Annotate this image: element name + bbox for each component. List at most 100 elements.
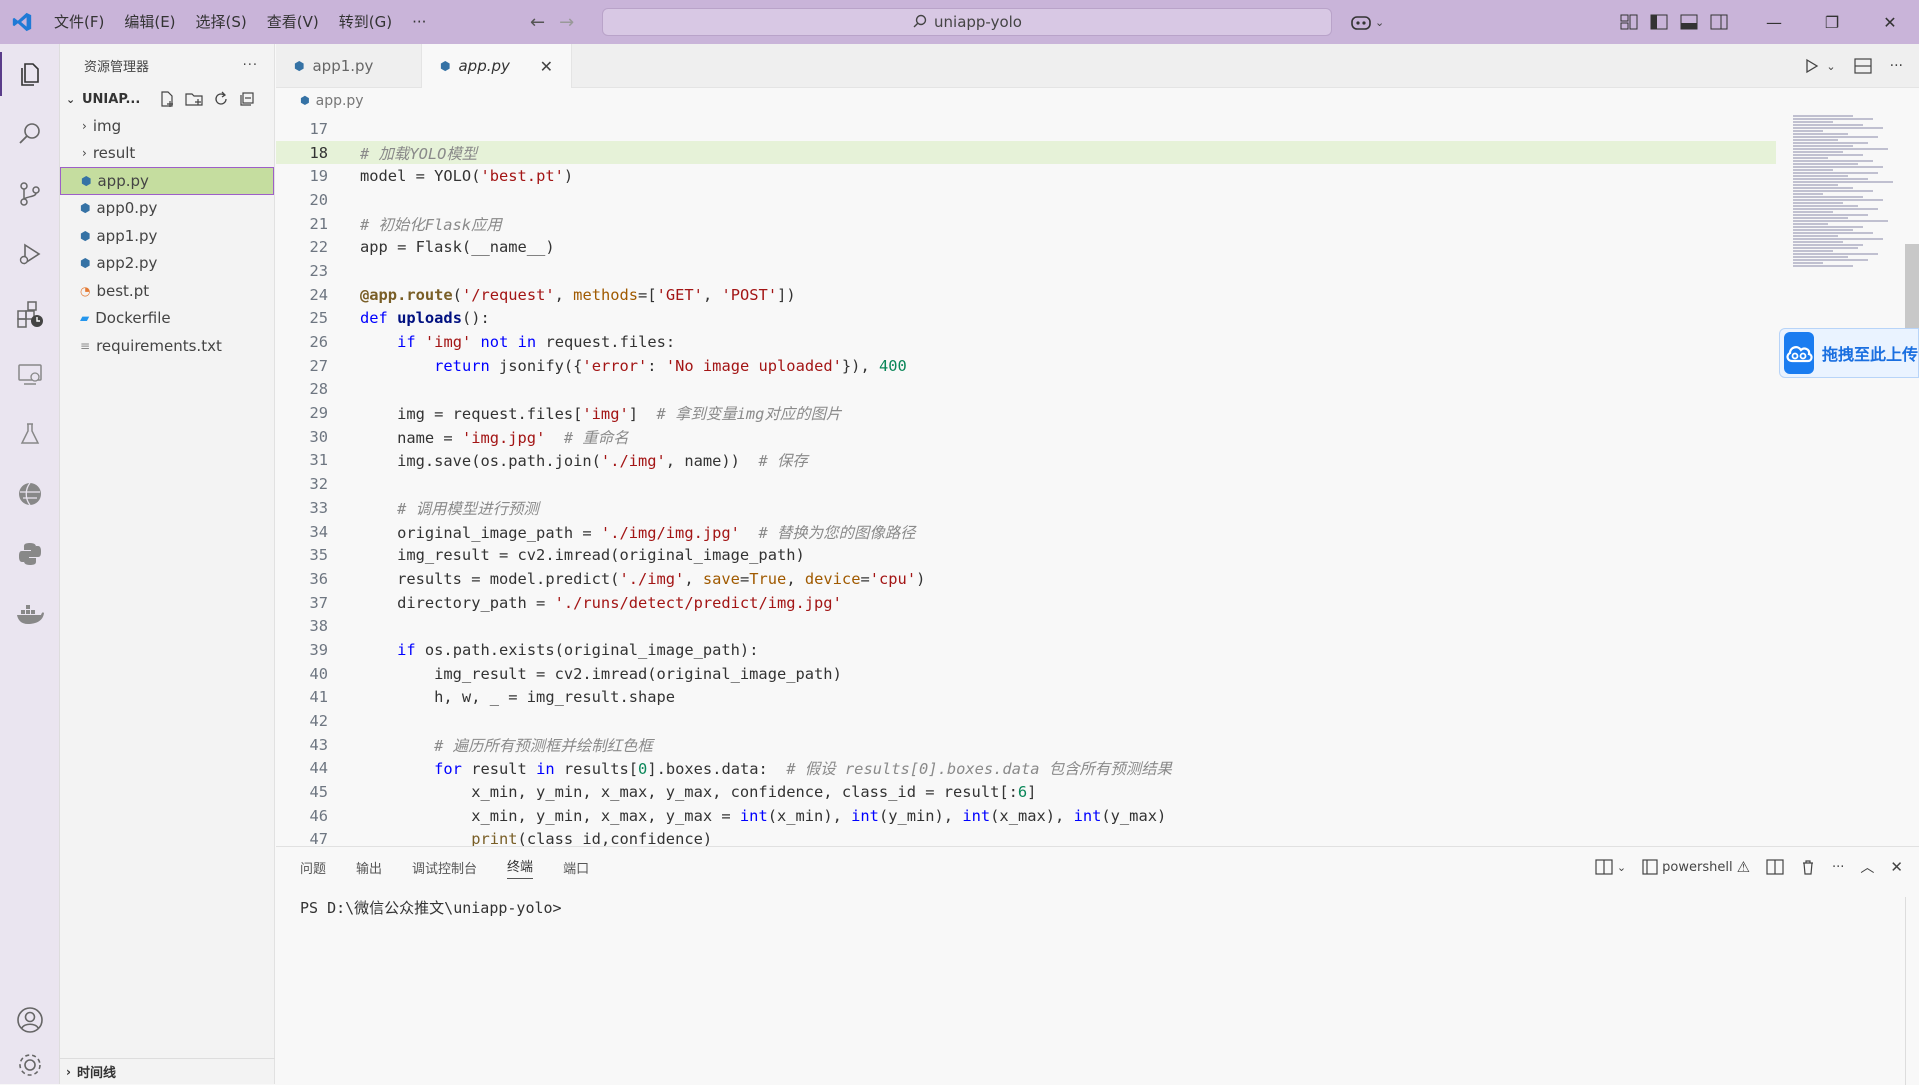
command-center-text: uniapp-yolo: [934, 13, 1022, 31]
tab-ports[interactable]: 端口: [563, 858, 589, 877]
menu-go[interactable]: 转到(G): [329, 0, 402, 44]
tree-file-requirements[interactable]: ≡ requirements.txt: [60, 332, 274, 360]
forward-arrow-icon[interactable]: →: [559, 12, 574, 33]
back-arrow-icon[interactable]: ←: [530, 12, 545, 33]
trash-icon[interactable]: [1800, 859, 1816, 875]
source-control-icon[interactable]: [0, 164, 60, 224]
code-line: 44 for result in results[0].boxes.data: …: [309, 759, 1172, 779]
code-line: 33 # 调用模型进行预测: [309, 498, 539, 518]
tree-file-app1-py[interactable]: ⬢ app1.py: [60, 222, 274, 250]
split-terminal-icon[interactable]: [1766, 859, 1784, 875]
timeline-section[interactable]: › 时间线: [60, 1058, 275, 1084]
tree-folder-result[interactable]: › result: [60, 140, 274, 168]
testing-flask-icon[interactable]: [0, 404, 60, 464]
explorer-title: 资源管理器: [84, 59, 150, 75]
tab-output[interactable]: 输出: [356, 858, 382, 877]
explorer-more-icon[interactable]: ···: [243, 58, 258, 73]
code-line: 36 results = model.predict('./img', save…: [309, 569, 926, 588]
new-terminal-split-icon[interactable]: [1595, 859, 1613, 875]
close-panel-icon[interactable]: ✕: [1890, 858, 1903, 876]
extensions-icon[interactable]: [0, 284, 60, 344]
gear-icon[interactable]: [0, 1050, 60, 1084]
project-section-header[interactable]: ⌄ UNIAP...: [60, 86, 274, 112]
refresh-icon[interactable]: [212, 90, 230, 108]
upload-drop-badge[interactable]: 拖拽至此上传: [1779, 328, 1919, 378]
menu-selection[interactable]: 选择(S): [186, 0, 257, 44]
explorer-sidebar: 资源管理器 ··· ⌄ UNIAP... › img › result ⬢ ap…: [60, 44, 275, 1084]
tree-item-label: app.py: [97, 171, 149, 190]
chevron-down-icon[interactable]: ⌄: [1617, 861, 1626, 874]
tree-item-label: img: [92, 116, 122, 135]
code-line: 35 img_result = cv2.imread(original_imag…: [309, 546, 805, 565]
menu-bar: 文件(F) 编辑(E) 选择(S) 查看(V) 转到(G) ···: [44, 0, 436, 44]
tree-file-app0-py[interactable]: ⬢ app0.py: [60, 195, 274, 223]
remote-explorer-icon[interactable]: [0, 344, 60, 404]
code-line: 23: [309, 261, 328, 280]
layout-controls: [1620, 0, 1728, 44]
copilot-button[interactable]: ⌄: [1350, 0, 1384, 44]
tree-file-dockerfile[interactable]: ▰ Dockerfile: [60, 305, 274, 333]
close-window-icon[interactable]: ✕: [1861, 0, 1919, 44]
new-file-icon[interactable]: [158, 90, 176, 108]
shell-name: powershell: [1662, 859, 1733, 875]
more-actions-icon[interactable]: ···: [1832, 860, 1844, 875]
restore-icon[interactable]: ❐: [1803, 0, 1861, 44]
globe-icon[interactable]: [0, 464, 60, 524]
editor-actions: ⌄ ···: [1804, 44, 1903, 88]
menu-view[interactable]: 查看(V): [257, 0, 329, 44]
menu-file[interactable]: 文件(F): [44, 0, 114, 44]
editor-tabbar: ⬢ app1.py ⬢ app.py ✕ ⌄ ···: [276, 44, 1919, 88]
run-debug-icon[interactable]: [0, 224, 60, 284]
code-editor[interactable]: 17 18 # 加载YOLO模型 19 model = YOLO('best.pt'…: [276, 117, 1776, 846]
code-line: 29 img = request.files['img'] # 拿到变量img对…: [309, 404, 842, 424]
code-line: 19 model = YOLO('best.pt'): [309, 167, 574, 186]
menu-edit[interactable]: 编辑(E): [114, 0, 185, 44]
tab-app-py[interactable]: ⬢ app.py ✕: [422, 44, 572, 88]
timeline-label: 时间线: [76, 1066, 116, 1081]
terminal-selector[interactable]: powershell ⚠: [1642, 858, 1750, 876]
account-icon[interactable]: [0, 990, 60, 1050]
rss-file-icon: ◔: [80, 283, 91, 298]
split-editor-icon[interactable]: [1854, 58, 1872, 74]
code-line: 26 if 'img' not in request.files:: [309, 333, 676, 352]
terminal-scrollbar[interactable]: [1905, 897, 1919, 1085]
tree-item-label: app2.py: [96, 254, 158, 273]
tab-problems[interactable]: 问题: [300, 858, 326, 877]
chevron-right-icon: ›: [66, 1064, 71, 1079]
search-activity-icon[interactable]: [0, 104, 60, 164]
command-center[interactable]: uniapp-yolo: [602, 8, 1332, 36]
python-icon[interactable]: [0, 524, 60, 584]
toggle-secondary-sidebar-icon[interactable]: [1710, 14, 1728, 30]
breadcrumb-file[interactable]: app.py: [316, 93, 364, 109]
chevron-right-icon: ›: [82, 118, 87, 133]
code-line: 24 @app.route('/request', methods=['GET',…: [309, 285, 796, 304]
tree-file-best-pt[interactable]: ◔ best.pt: [60, 277, 274, 305]
terminal-output[interactable]: PS D:\微信公众推文\uniapp-yolo>: [276, 887, 1919, 918]
toggle-sidebar-icon[interactable]: [1650, 14, 1668, 30]
docker-file-icon: ▰: [80, 311, 90, 326]
python-file-icon: ⬢: [294, 59, 305, 73]
minimize-icon[interactable]: —: [1745, 0, 1803, 44]
menu-more[interactable]: ···: [402, 0, 436, 44]
tree-file-app-py[interactable]: ⬢ app.py: [60, 167, 274, 195]
tree-file-app2-py[interactable]: ⬢ app2.py: [60, 250, 274, 278]
collapse-all-icon[interactable]: [238, 90, 256, 108]
toggle-panel-icon[interactable]: [1680, 14, 1698, 30]
new-folder-icon[interactable]: [184, 90, 204, 108]
code-line: 28: [309, 380, 328, 399]
close-icon[interactable]: ✕: [540, 57, 553, 76]
breadcrumb: ⬢ app.py: [276, 88, 1919, 113]
more-actions-icon[interactable]: ···: [1890, 58, 1903, 74]
chevron-up-icon[interactable]: ︿: [1860, 857, 1874, 877]
vscode-logo-icon: [0, 0, 44, 44]
tab-debug-console[interactable]: 调试控制台: [412, 858, 477, 877]
chevron-down-icon[interactable]: ⌄: [1826, 60, 1835, 73]
customize-layout-icon[interactable]: [1620, 14, 1638, 30]
tree-folder-img[interactable]: › img: [60, 112, 274, 140]
run-icon[interactable]: [1804, 58, 1820, 74]
tab-label: app1.py: [312, 57, 374, 75]
tab-app1-py[interactable]: ⬢ app1.py: [276, 44, 422, 88]
tab-terminal[interactable]: 终端: [507, 856, 534, 879]
explorer-icon[interactable]: [0, 44, 60, 104]
docker-icon[interactable]: [0, 584, 60, 644]
